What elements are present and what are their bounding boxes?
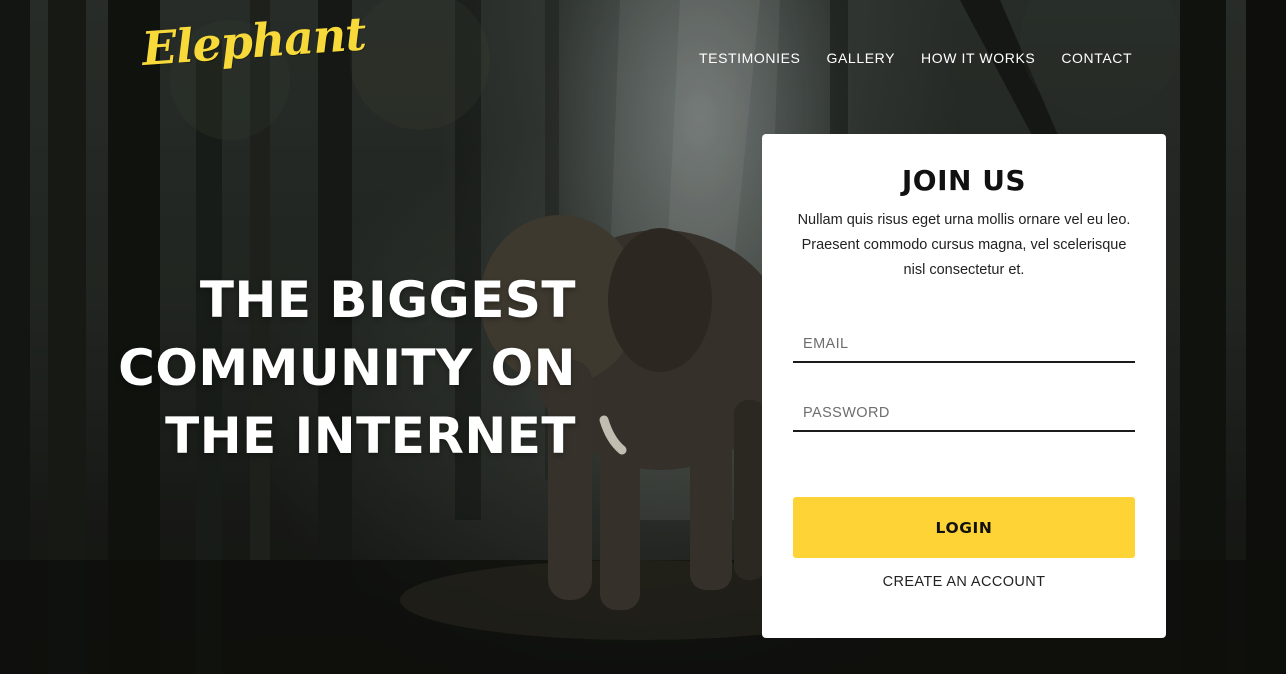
email-field-wrapper	[793, 327, 1135, 363]
main-nav: TESTIMONIES GALLERY HOW IT WORKS CONTACT	[699, 50, 1132, 66]
login-button[interactable]: LOGIN	[793, 497, 1135, 558]
nav-item-how-it-works[interactable]: HOW IT WORKS	[921, 50, 1035, 66]
hero-headline-line-2: COMMUNITY ON	[118, 339, 576, 397]
join-card: JOIN US Nullam quis risus eget urna moll…	[762, 134, 1166, 638]
join-card-description: Nullam quis risus eget urna mollis ornar…	[797, 212, 1131, 278]
nav-item-testimonies[interactable]: TESTIMONIES	[699, 50, 801, 66]
hero-section: Elephant TESTIMONIES GALLERY HOW IT WORK…	[0, 0, 1286, 674]
nav-item-gallery[interactable]: GALLERY	[827, 50, 896, 66]
password-field[interactable]	[793, 396, 1135, 430]
nav-item-contact[interactable]: CONTACT	[1061, 50, 1132, 66]
password-field-wrapper	[793, 396, 1135, 432]
hero-headline-line-3: THE INTERNET	[165, 407, 576, 465]
create-account-link[interactable]: CREATE AN ACCOUNT	[762, 574, 1166, 590]
join-card-title: JOIN US	[901, 164, 1027, 197]
email-field[interactable]	[793, 327, 1135, 361]
hero-headline-line-1: THE BIGGEST	[199, 271, 576, 329]
hero-headline: THE BIGGEST COMMUNITY ON THE INTERNET	[56, 266, 576, 470]
